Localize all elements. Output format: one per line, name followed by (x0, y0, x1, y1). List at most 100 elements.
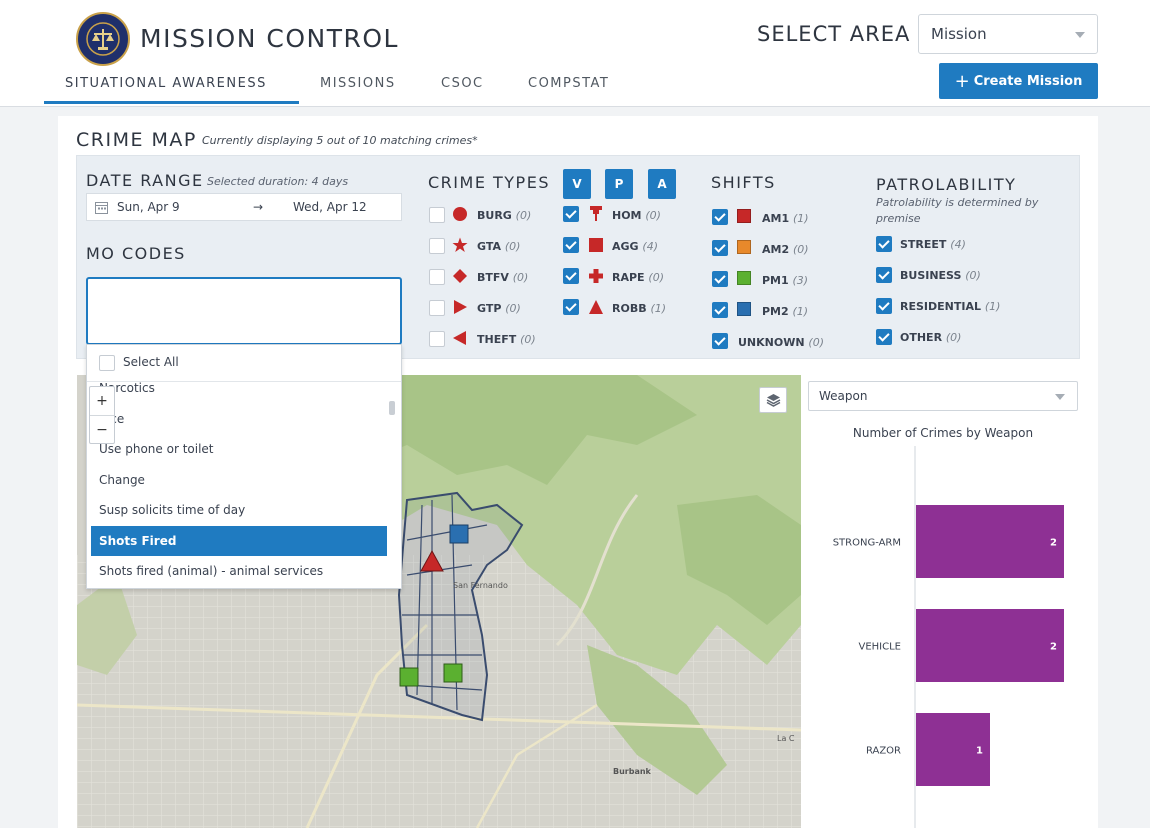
arrow-right-icon: → (253, 200, 264, 214)
mo-option-selected[interactable]: Shots Fired (91, 526, 387, 556)
bar-vehicle[interactable] (916, 609, 1064, 682)
map-label-la-c: La C (777, 734, 795, 743)
shift-am1-swatch (737, 209, 751, 223)
patrolability-note: Patrolability is determined by premise (876, 196, 1039, 225)
checkbox-unknown[interactable] (712, 333, 728, 349)
patrolability-title: PATROLABILITY (876, 175, 1017, 194)
category-label: STRONG-ARM (833, 538, 901, 549)
bar-value-label: 2 (1050, 642, 1057, 653)
pin-icon (590, 206, 602, 221)
triangle-up-icon (589, 300, 603, 314)
crime-type-btfv: BTFV (0) (477, 271, 529, 284)
checkbox-pm1[interactable] (712, 271, 728, 287)
crime-type-agg: AGG (4) (612, 240, 659, 253)
map-label-san-fernando: San Fernando (453, 581, 508, 590)
bar-value-label: 1 (976, 746, 983, 757)
shift-am2-swatch (737, 240, 751, 254)
map-label-burbank: Burbank (613, 767, 651, 776)
checkbox-am2[interactable] (712, 240, 728, 256)
checkbox-burg[interactable] (429, 207, 445, 223)
lapd-badge-logo (76, 12, 130, 66)
crime-map-title: CRIME MAP (76, 129, 197, 151)
weapon-select-value: Weapon (819, 389, 868, 403)
crime-type-rape: RAPE (0) (612, 271, 664, 284)
mo-codes-dropdown: Select All Narcotics Vice Use phone or t… (86, 344, 402, 589)
checkbox-btfv[interactable] (429, 269, 445, 285)
shift-unknown: UNKNOWN (0) (738, 336, 824, 349)
property-filter-button[interactable]: P (605, 169, 633, 199)
mo-option[interactable]: Use phone or toilet (91, 434, 387, 464)
zoom-in-button[interactable]: + (90, 387, 114, 415)
star-icon (452, 237, 468, 252)
area-select[interactable]: Mission (918, 14, 1098, 54)
circle-icon (453, 207, 467, 221)
triangle-right-icon (454, 300, 467, 314)
chevron-down-icon (1075, 32, 1085, 38)
checkbox-am1[interactable] (712, 209, 728, 225)
square-icon (589, 238, 603, 252)
crime-type-gtp: GTP (0) (477, 302, 521, 315)
layers-button[interactable] (759, 387, 787, 413)
checkbox-theft[interactable] (429, 331, 445, 347)
patrol-street: STREET (4) (900, 238, 966, 251)
category-label: VEHICLE (859, 642, 902, 653)
tab-missions[interactable]: MISSIONS (320, 76, 396, 91)
patrol-business: BUSINESS (0) (900, 269, 981, 282)
checkbox-other[interactable] (876, 329, 892, 345)
shift-pm1-swatch (737, 271, 751, 285)
mo-codes-input[interactable] (86, 277, 402, 345)
crime-type-theft: THEFT (0) (477, 333, 536, 346)
tab-situational-awareness[interactable]: SITUATIONAL AWARENESS (65, 76, 267, 91)
bar-strong-arm[interactable] (916, 505, 1064, 578)
checkbox-pm2[interactable] (712, 302, 728, 318)
shift-pm2: PM2 (1) (762, 305, 809, 318)
checkbox-select-all[interactable] (99, 355, 115, 371)
date-range-picker[interactable]: Sun, Apr 9 → Wed, Apr 12 (86, 193, 402, 221)
crime-type-hom: HOM (0) (612, 209, 661, 222)
area-select-value: Mission (931, 25, 987, 43)
start-date: Sun, Apr 9 (117, 200, 180, 214)
weapon-bar-chart: STRONG-ARM 2 VEHICLE 2 RAZOR 1 (833, 446, 1064, 828)
checkbox-gta[interactable] (429, 238, 445, 254)
tab-compstat[interactable]: COMPSTAT (528, 76, 609, 91)
crime-type-robb: ROBB (1) (612, 302, 667, 315)
checkbox-street[interactable] (876, 236, 892, 252)
app-header: MISSION CONTROL SELECT AREA Mission + Cre… (0, 0, 1150, 107)
layers-icon (766, 394, 781, 407)
patrol-residential: RESIDENTIAL (1) (900, 300, 1001, 313)
checkbox-hom[interactable] (563, 206, 579, 222)
cross-icon (589, 269, 603, 283)
crime-type-burg: BURG (0) (477, 209, 532, 222)
mo-codes-title: MO CODES (86, 244, 186, 263)
mo-option[interactable]: Change (91, 465, 387, 495)
mo-option[interactable]: Shots fired (animal) - animal services (91, 556, 387, 586)
checkbox-rape[interactable] (563, 268, 579, 284)
select-area-label: SELECT AREA (757, 22, 911, 46)
category-label: RAZOR (866, 746, 901, 757)
active-tab-indicator (44, 101, 299, 104)
dropdown-scrollbar[interactable] (389, 401, 395, 415)
crime-types-title: CRIME TYPES (428, 173, 550, 192)
create-mission-label: Create Mission (973, 73, 1083, 89)
shifts-title: SHIFTS (711, 173, 776, 192)
calendar-icon (95, 202, 108, 214)
create-mission-button[interactable]: + Create Mission (939, 63, 1098, 99)
mo-option[interactable]: Narcotics (91, 373, 387, 403)
weapon-select[interactable]: Weapon (808, 381, 1078, 411)
checkbox-residential[interactable] (876, 298, 892, 314)
mo-option[interactable]: Susp solicits time of day (91, 495, 387, 525)
plus-icon: + (954, 70, 970, 92)
all-filter-button[interactable]: A (648, 169, 676, 199)
zoom-out-button[interactable]: − (90, 416, 114, 444)
tab-csoc[interactable]: CSOC (441, 76, 484, 91)
checkbox-gtp[interactable] (429, 300, 445, 316)
checkbox-agg[interactable] (563, 237, 579, 253)
chevron-down-icon (1055, 394, 1065, 400)
mo-option[interactable]: Vice (91, 404, 387, 434)
diamond-icon (453, 269, 467, 283)
violent-filter-button[interactable]: V (563, 169, 591, 199)
select-all-option[interactable]: Select All (123, 355, 179, 369)
checkbox-robb[interactable] (563, 299, 579, 315)
checkbox-business[interactable] (876, 267, 892, 283)
shift-pm2-swatch (737, 302, 751, 316)
